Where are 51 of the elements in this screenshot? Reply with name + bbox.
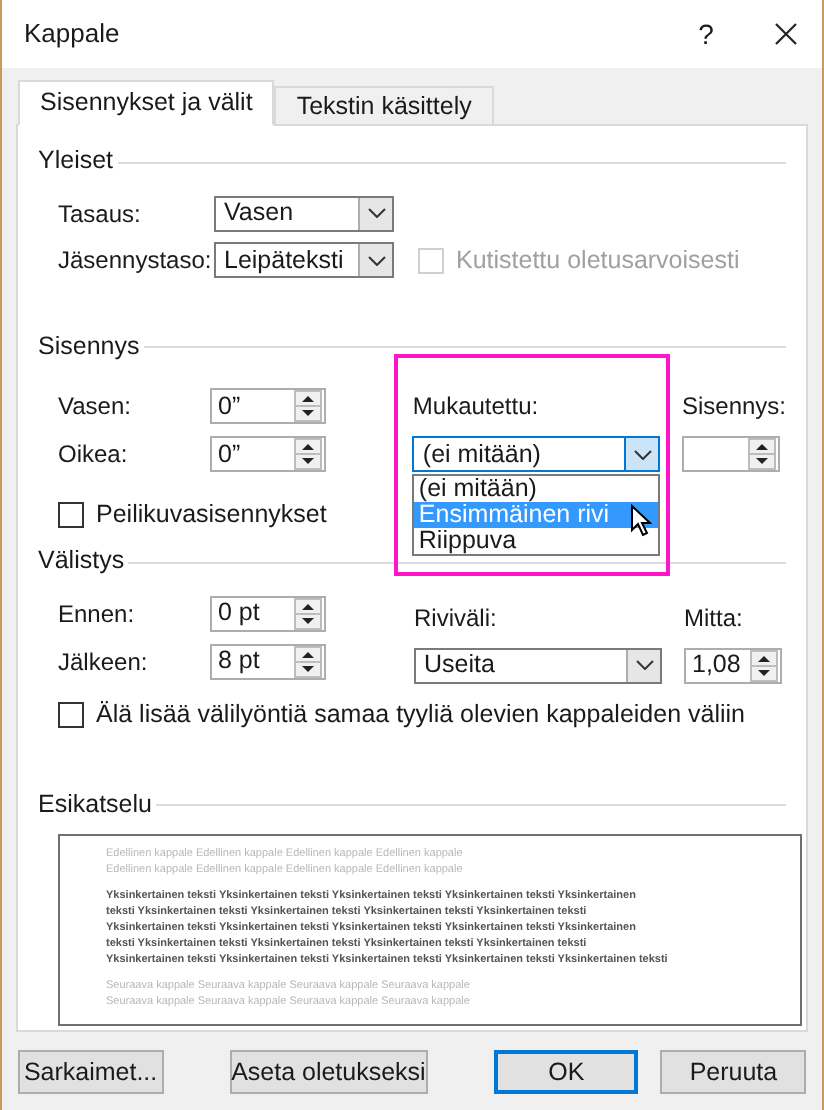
spin-field[interactable]: 0” [210,436,326,473]
spinner-arrows-icon[interactable] [294,645,322,678]
spin-field[interactable]: 0” [210,388,326,425]
field-label: Oikea: [58,438,130,473]
spinner-arrows-icon[interactable] [294,438,322,471]
spin-field[interactable]: 8 pt [210,643,326,680]
section-heading: Välistys [38,544,125,578]
window-title: Kappale [24,16,122,53]
spinner-arrows-icon[interactable] [294,390,322,423]
dropdown-option[interactable]: Riippuva [414,528,659,555]
spin-field[interactable]: 0 pt [210,595,326,632]
tab[interactable]: Tekstin käsittely [274,86,494,124]
checkbox-label: Älä lisää välilyöntiä samaa tyyliä olevien kappaleiden väliin [96,697,745,732]
help-button[interactable]: ? [686,13,726,55]
chevron-down-icon [367,255,385,266]
field-label: Ennen: [58,597,137,632]
chevron-down-icon [633,449,652,460]
checkbox-label: Kutistettu oletusarvoisesti [456,243,740,278]
checkbox[interactable] [58,502,84,529]
dialog-button[interactable]: OK [493,1050,639,1094]
spin-field[interactable] [681,436,780,473]
close-icon[interactable] [774,22,798,46]
dropdown[interactable]: Leipäteksti [214,242,394,279]
spin-field[interactable]: 1,08 [684,647,782,684]
dialog-button[interactable]: Aseta oletukseksi [229,1050,428,1094]
field-label: Mitta: [684,601,745,636]
section-heading: Esikatselu [38,787,152,821]
mouse-pointer-icon [630,504,652,538]
field-label: Mukautettu: [412,390,541,425]
dialog-button[interactable]: Peruuta [660,1050,806,1094]
dialog-button[interactable]: Sarkaimet... [18,1050,164,1094]
section-heading: Sisennys [38,329,140,364]
checkbox[interactable] [58,701,84,728]
field-label: Jälkeen: [58,645,150,680]
checkbox-label: Peilikuvasisennykset [96,498,327,533]
dropdown[interactable]: Vasen [214,195,394,232]
dropdown[interactable]: (ei mitään) [412,436,661,473]
section-heading: Yleiset [38,144,114,178]
spinner-arrows-icon[interactable] [750,649,778,682]
dropdown[interactable]: Useita [414,647,662,684]
tab[interactable]: Sisennykset ja välit [18,80,275,126]
spinner-arrows-icon[interactable] [747,438,776,471]
field-label: Riviväli: [414,601,499,636]
chevron-down-icon [635,660,653,671]
field-label: Sisennys: [681,390,786,425]
field-label: Vasen: [58,390,133,425]
field-label: Jäsennystaso: [58,244,214,279]
spinner-arrows-icon[interactable] [294,597,322,630]
dropdown-option[interactable]: (ei mitään) [414,476,659,503]
field-label: Tasaus: [58,197,143,232]
chevron-down-icon [367,208,385,219]
